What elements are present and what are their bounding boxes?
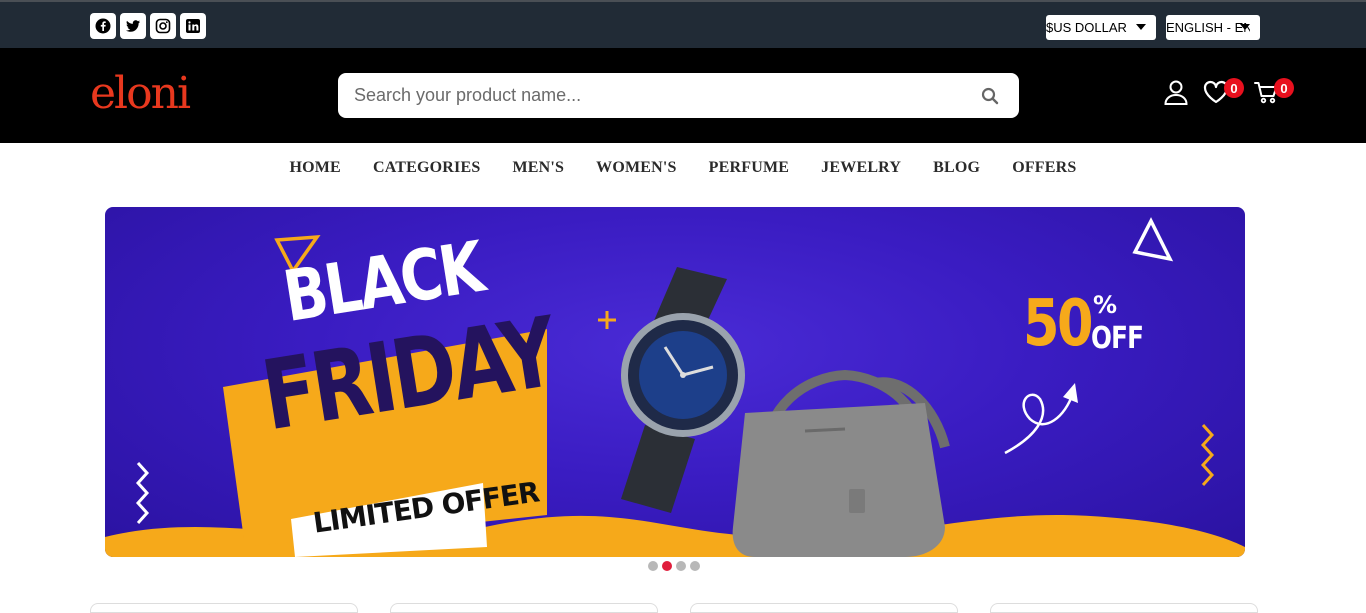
nav-jewelry[interactable]: JEWELRY [805, 159, 917, 177]
zigzag-decoration [1200, 423, 1215, 487]
category-card[interactable] [90, 603, 358, 613]
handbag-image [732, 369, 950, 557]
top-bar: $US DOLLAR ENGLISH - EN [0, 0, 1366, 48]
twitter-icon[interactable] [120, 13, 146, 39]
cart-count-badge: 0 [1274, 78, 1294, 98]
nav-womens[interactable]: WOMEN'S [580, 159, 693, 177]
nav-mens[interactable]: MEN'S [496, 159, 580, 177]
nav-home[interactable]: HOME [273, 159, 356, 177]
watch-image [621, 267, 745, 513]
currency-select[interactable]: $US DOLLAR [1046, 15, 1156, 40]
slider-dot-active[interactable] [662, 561, 672, 571]
currency-value: $US DOLLAR [1046, 20, 1127, 35]
zigzag-decoration [135, 461, 150, 525]
arrow-decoration [1004, 392, 1075, 455]
search-bar [338, 73, 1019, 118]
chevron-down-icon [1240, 24, 1250, 30]
linkedin-icon[interactable] [180, 13, 206, 39]
discount-value: 50 [1023, 287, 1094, 361]
slider-dot[interactable] [648, 561, 658, 571]
category-card[interactable] [390, 603, 658, 613]
chevron-down-icon [1136, 24, 1146, 30]
social-links [90, 13, 206, 39]
search-icon[interactable] [981, 87, 999, 105]
nav-categories[interactable]: CATEGORIES [357, 159, 497, 177]
user-icon[interactable] [1162, 78, 1190, 106]
site-header: eloni 0 0 [0, 48, 1366, 143]
language-select[interactable]: ENGLISH - EN [1166, 15, 1260, 40]
instagram-icon[interactable] [150, 13, 176, 39]
wishlist-count-badge: 0 [1224, 78, 1244, 98]
slider-dots [648, 561, 700, 571]
site-logo[interactable]: eloni [90, 68, 191, 119]
category-card[interactable] [690, 603, 958, 613]
nav-offers[interactable]: OFFERS [996, 159, 1092, 177]
percent-sign: % [1093, 291, 1118, 319]
nav-perfume[interactable]: PERFUME [693, 159, 806, 177]
slider-dot[interactable] [676, 561, 686, 571]
triangle-decoration [1132, 217, 1174, 262]
facebook-icon[interactable] [90, 13, 116, 39]
category-cards [0, 603, 1366, 613]
off-label: OFF [1091, 321, 1144, 356]
slider-dot[interactable] [690, 561, 700, 571]
nav-blog[interactable]: BLOG [917, 159, 996, 177]
category-card[interactable] [990, 603, 1258, 613]
main-nav: HOME CATEGORIES MEN'S WOMEN'S PERFUME JE… [0, 143, 1366, 193]
search-input[interactable] [354, 73, 954, 118]
language-value: ENGLISH - EN [1166, 20, 1250, 35]
hero-banner[interactable]: BLACK FRIDAY LIMITED OFFER 50 % OFF [105, 207, 1245, 557]
